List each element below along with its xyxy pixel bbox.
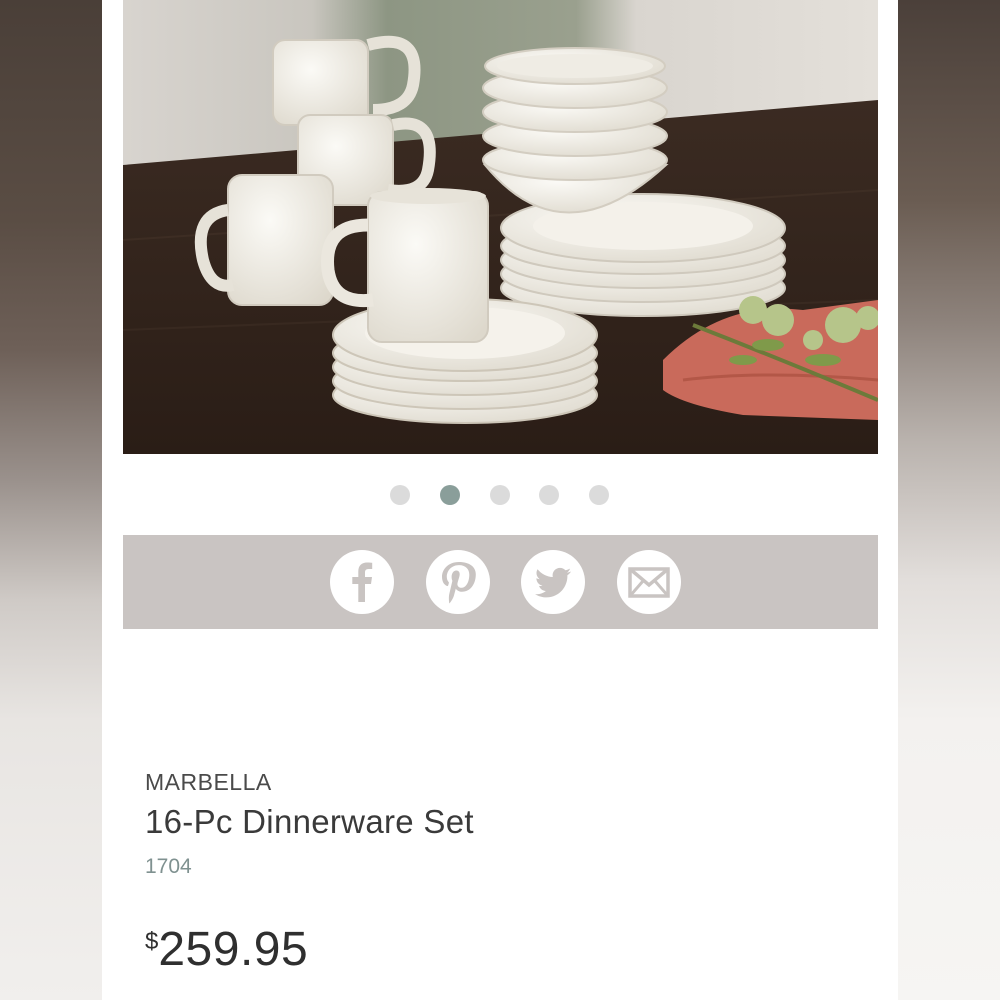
carousel-dot-3[interactable] [490, 485, 510, 505]
product-sku: 1704 [145, 855, 192, 878]
carousel-dot-1[interactable] [390, 485, 410, 505]
pinterest-icon [442, 562, 476, 604]
carousel-dot-4[interactable] [539, 485, 559, 505]
twitter-share-button[interactable] [521, 550, 585, 614]
carousel-pagination [102, 485, 898, 505]
product-image[interactable] [123, 0, 878, 454]
product-brand[interactable]: MARBELLA [145, 769, 272, 796]
product-price: $259.95 [145, 922, 308, 977]
facebook-icon [352, 562, 373, 602]
pinterest-share-button[interactable] [426, 550, 490, 614]
share-bar [123, 535, 878, 629]
blurred-background-right [898, 0, 1000, 1000]
product-title: 16-Pc Dinnerware Set [145, 803, 474, 840]
email-share-button[interactable] [617, 550, 681, 614]
twitter-icon [535, 567, 571, 598]
blurred-background-left [0, 0, 102, 1000]
facebook-share-button[interactable] [330, 550, 394, 614]
email-icon [628, 567, 670, 598]
product-page: MARBELLA 16-Pc Dinnerware Set 1704 $259.… [102, 0, 898, 1000]
currency-symbol: $ [145, 928, 159, 955]
carousel-dot-2[interactable] [440, 485, 460, 505]
price-amount: 259.95 [158, 923, 309, 976]
carousel-dot-5[interactable] [589, 485, 609, 505]
